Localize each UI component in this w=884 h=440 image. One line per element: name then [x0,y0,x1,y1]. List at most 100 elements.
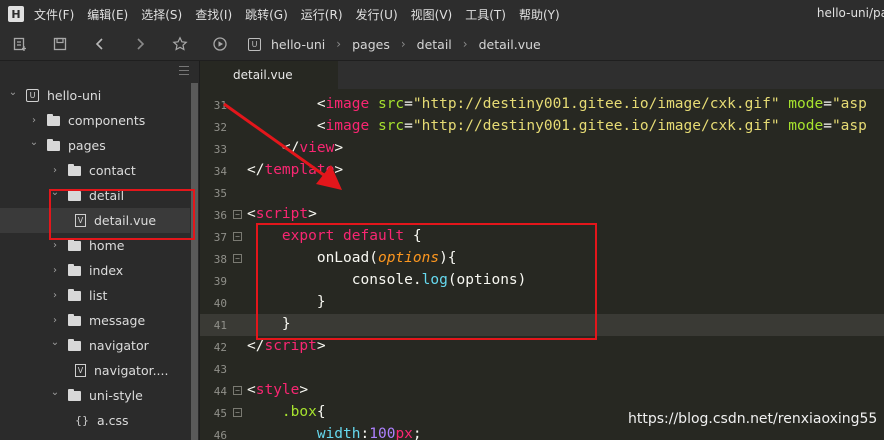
chevron-right-icon[interactable]: › [50,240,60,251]
forward-icon[interactable] [120,28,160,61]
menu-item-5[interactable]: 运行(R) [301,6,343,23]
code-token: "asp [831,118,867,134]
line-number: 43 [213,363,227,376]
fold-toggle-icon[interactable]: − [233,386,242,395]
code-token: < [316,118,326,134]
tree-item-label: pages [68,138,106,153]
menu-item-6[interactable]: 发行(U) [356,6,398,23]
code-token: = [823,118,832,134]
code-line[interactable]: 34 </template> [200,160,884,182]
code-line[interactable]: 33 </view> [200,138,884,160]
code-line[interactable]: 31 <image src="http://destiny001.gitee.i… [200,94,884,116]
menu-item-3[interactable]: 查找(I) [195,6,232,23]
line-number: 46 [213,429,227,440]
code-line[interactable]: 35 [200,182,884,204]
tree-item-label: components [68,113,146,128]
tree-item-label: home [89,238,125,253]
chevron-right-icon[interactable]: › [50,290,60,301]
tree-item-label: navigator.... [94,363,169,378]
tree-item-label: index [89,263,124,278]
code-token: < [316,96,326,112]
chevron-right-icon[interactable]: › [50,165,60,176]
fold-toggle-icon[interactable]: − [233,408,242,417]
code-text: <image src="http://destiny001.gitee.io/i… [247,118,867,134]
chevron-down-icon[interactable]: ⌄ [29,137,39,148]
css-file-icon: {} [75,414,89,427]
tree-item[interactable]: › contact [0,158,190,183]
save-icon[interactable] [40,28,80,61]
tree-item[interactable]: › list [0,283,190,308]
chevron-right-icon[interactable]: › [29,115,39,126]
chevron-right-icon[interactable]: › [50,265,60,276]
breadcrumb-item[interactable]: detail [417,37,452,52]
code-text: <image src="http://destiny001.gitee.io/i… [247,96,867,112]
breadcrumb-item[interactable]: pages [352,37,390,52]
tree-item[interactable]: ⌄ navigator [0,333,190,358]
back-icon[interactable] [80,28,120,61]
menu-item-4[interactable]: 跳转(G) [245,6,288,23]
tree-item[interactable]: › components [0,108,190,133]
breadcrumb-separator-icon: › [462,37,468,51]
code-token: < [247,382,256,398]
menu-item-0[interactable]: 文件(F) [34,6,74,23]
code-token: image [325,96,370,112]
menu-item-9[interactable]: 帮助(Y) [519,6,560,23]
tree-item-label: a.css [97,413,129,428]
project-explorer: ⌄ Uhello-uni › components ⌄ pages › contact ⌄ det… [0,61,200,440]
code-text: </view> [247,140,343,156]
code-token: template [264,162,335,178]
chevron-down-icon[interactable]: ⌄ [50,337,60,348]
code-text: <style> [247,382,308,398]
project-logo-icon: U [248,37,261,51]
chevron-down-icon[interactable]: ⌄ [50,387,60,398]
tab-detail-vue[interactable]: detail.vue [200,61,338,89]
line-number: 31 [213,99,227,112]
code-token: = [404,96,413,112]
run-icon[interactable] [200,28,240,61]
code-text: width:100px; [247,426,422,440]
new-file-icon[interactable] [0,28,40,61]
chevron-down-icon[interactable]: ⌄ [8,87,18,98]
breadcrumb-item[interactable]: hello-uni [271,37,325,52]
code-token: = [404,118,413,134]
code-token: </ [281,140,300,156]
code-token: ; [412,426,422,440]
code-line[interactable]: 32 <image src="http://destiny001.gitee.i… [200,116,884,138]
code-token: = [823,96,832,112]
code-token: > [316,338,326,354]
fold-toggle-icon[interactable]: − [233,232,242,241]
tree-item[interactable]: {} a.css [0,408,190,433]
code-token: : [360,426,370,440]
breadcrumb-item[interactable]: detail.vue [479,37,541,52]
tree-item[interactable]: Vnavigator.... [0,358,190,383]
menu-item-1[interactable]: 编辑(E) [87,6,128,23]
menu-item-7[interactable]: 视图(V) [411,6,453,23]
menu-item-8[interactable]: 工具(T) [465,6,506,23]
folder-icon [68,163,81,176]
fold-toggle-icon[interactable]: − [233,254,242,263]
tree-item[interactable]: › index [0,258,190,283]
chevron-right-icon[interactable]: › [50,315,60,326]
tree-item[interactable]: ⌄ Uhello-uni [0,83,190,108]
tree-item[interactable]: › message [0,308,190,333]
code-line[interactable]: 44− <style> [200,380,884,402]
folder-icon [68,263,81,276]
tree-item[interactable]: ⌄ uni-style [0,383,190,408]
code-token: mode [788,96,824,112]
code-text: <script> [247,206,317,222]
star-icon[interactable] [160,28,200,61]
code-text: </template> [247,162,343,178]
folder-icon [68,388,81,401]
menu-item-2[interactable]: 选择(S) [141,6,182,23]
menu-icon[interactable] [179,66,189,75]
sidebar-scroll-thumb[interactable] [191,83,198,440]
tree-item[interactable]: ⌄ pages [0,133,190,158]
tree-item-label: contact [89,163,136,178]
fold-toggle-icon[interactable]: − [233,210,242,219]
code-line[interactable]: 43 [200,358,884,380]
code-token: </ [247,338,265,354]
sidebar-scrollbar[interactable] [191,83,198,440]
watermark: https://blog.csdn.net/renxiaoxing55 [628,411,878,427]
menu-bar: H 文件(F) 编辑(E) 选择(S) 查找(I) 跳转(G) 运行(R) 发行(U) 视图(… [0,0,884,28]
